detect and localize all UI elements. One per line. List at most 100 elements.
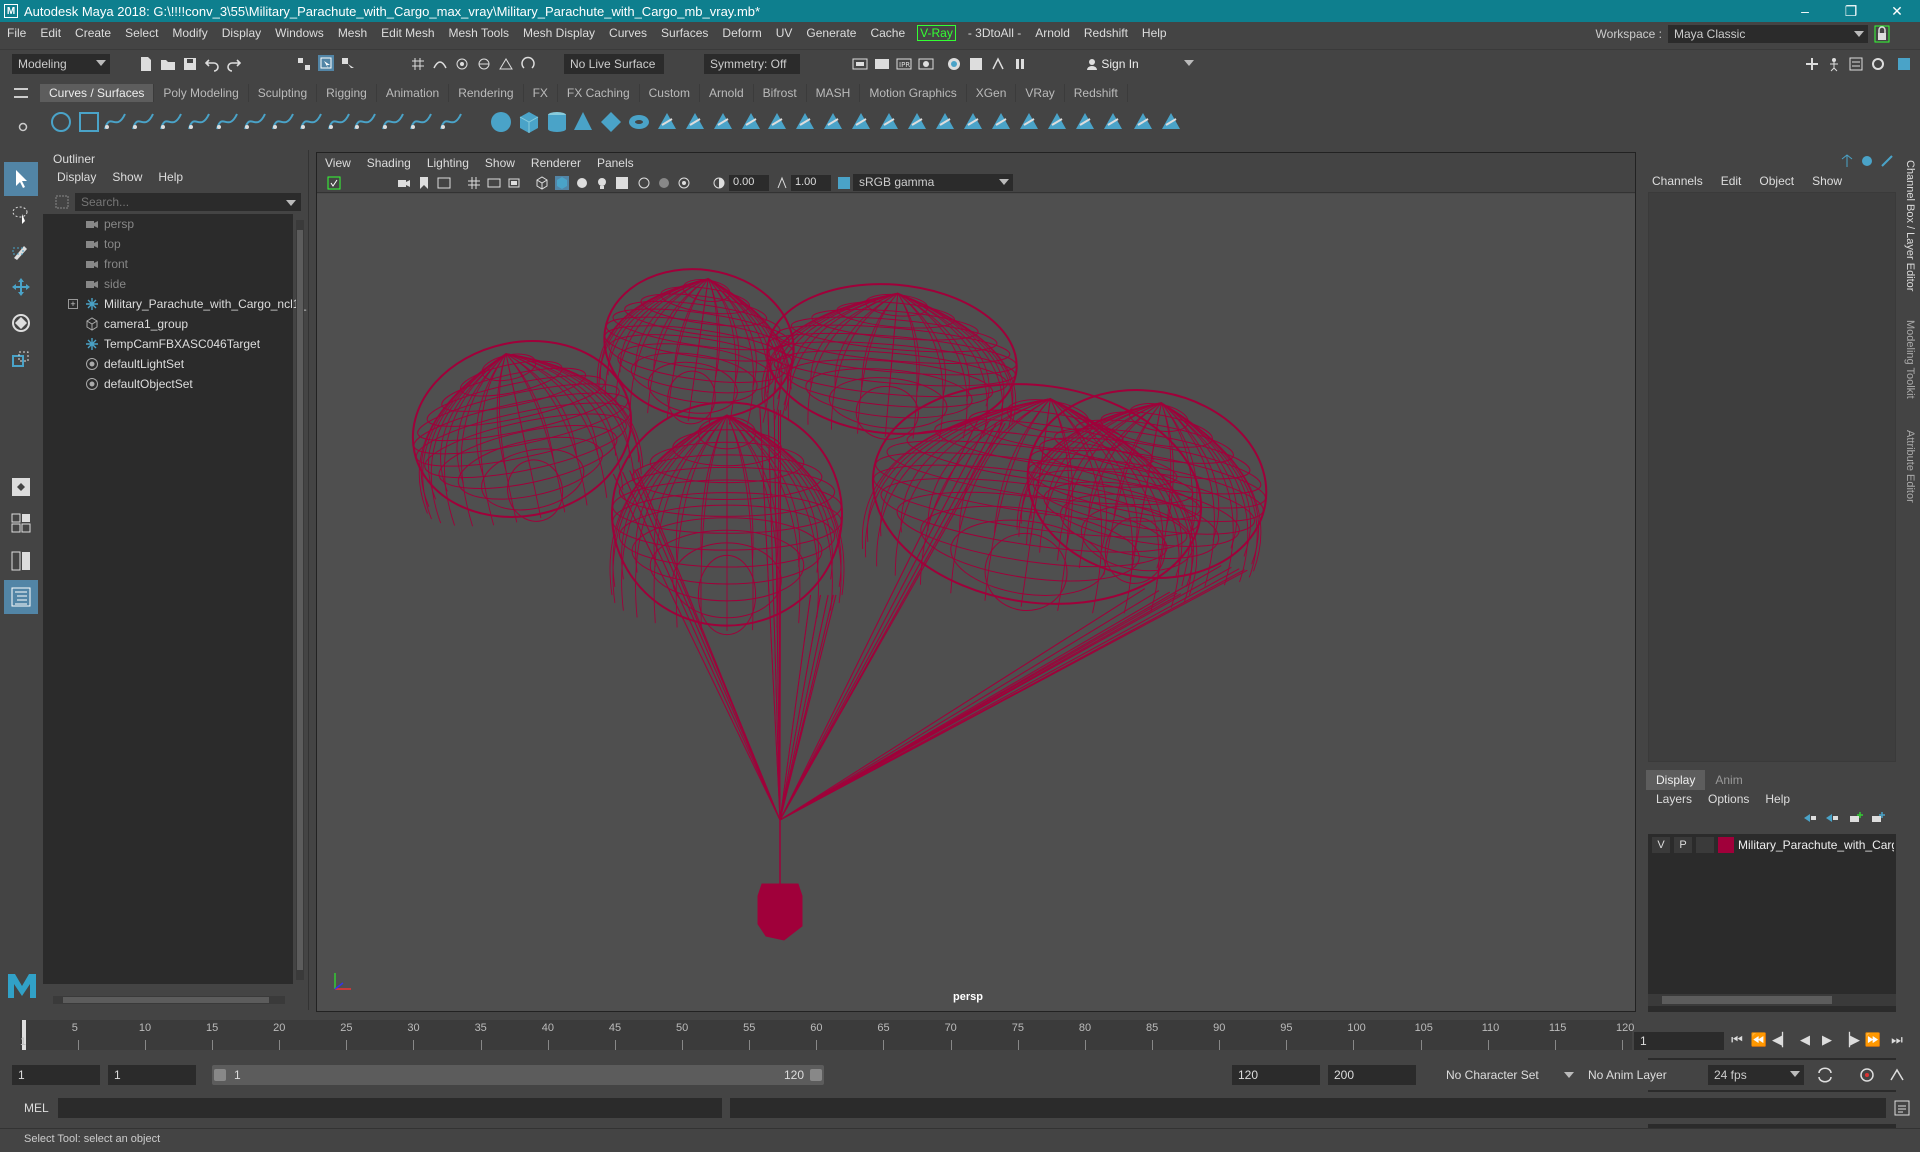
shelf-tab-bifrost[interactable]: Bifrost <box>754 84 807 102</box>
channel-box-menu-channels[interactable]: Channels <box>1652 174 1703 188</box>
outliner-item[interactable]: + Military_Parachute_with_Cargo_ncl1_ <box>43 294 306 314</box>
tool-settings-icon[interactable] <box>1870 56 1886 72</box>
outliner-layout-button[interactable] <box>4 580 38 614</box>
save-scene-icon[interactable] <box>182 56 198 72</box>
select-camera-icon[interactable] <box>327 176 341 190</box>
nurbs-sphere-icon[interactable] <box>488 109 514 135</box>
outliner-menu-show[interactable]: Show <box>112 170 142 184</box>
paint-select-tool-button[interactable] <box>4 234 38 268</box>
nurbs-plane-icon[interactable] <box>598 109 624 135</box>
minimize-button[interactable]: – <box>1782 0 1828 22</box>
outliner-menu-help[interactable]: Help <box>158 170 183 184</box>
shelf-tab-mash[interactable]: MASH <box>807 84 861 102</box>
bezier-curve-icon[interactable] <box>186 109 212 135</box>
channel-box-menu-object[interactable]: Object <box>1759 174 1794 188</box>
gear-icon[interactable] <box>18 122 28 132</box>
wireframe-icon[interactable] <box>535 176 549 190</box>
gamma-field[interactable]: 1.00 <box>791 175 831 191</box>
insert-knot-icon[interactable] <box>298 109 324 135</box>
layer-horizontal-scrollbar[interactable] <box>1648 994 1896 1006</box>
camera-attributes-icon[interactable] <box>397 176 411 190</box>
outliner-search-input[interactable] <box>75 193 301 211</box>
rebuild-curve-icon[interactable] <box>380 109 406 135</box>
menu-mesh-display[interactable]: Mesh Display <box>516 26 602 40</box>
tool-toggle-icon[interactable] <box>1880 154 1894 168</box>
snap-surface-icon[interactable] <box>498 56 514 72</box>
layer-color-swatch[interactable] <box>1718 837 1734 853</box>
animation-end-field[interactable]: 200 <box>1328 1065 1416 1085</box>
menu-display[interactable]: Display <box>215 26 268 40</box>
planar-icon[interactable] <box>710 109 736 135</box>
vray-ipr-icon[interactable] <box>990 56 1006 72</box>
viewport-menu-view[interactable]: View <box>317 156 359 170</box>
select-tool-button[interactable] <box>4 162 38 196</box>
offset-curve-icon[interactable] <box>352 109 378 135</box>
shelf-tab-curves-surfaces[interactable]: Curves / Surfaces <box>40 84 155 102</box>
play-backward-button[interactable]: ◀ <box>1796 1032 1814 1050</box>
viewport-menu-lighting[interactable]: Lighting <box>419 156 477 170</box>
menu-uv[interactable]: UV <box>769 26 800 40</box>
range-start-handle[interactable] <box>214 1069 226 1081</box>
extrude-icon[interactable] <box>738 109 764 135</box>
project-curve-icon[interactable] <box>876 109 902 135</box>
snap-point-icon[interactable] <box>454 56 470 72</box>
hypershade-icon[interactable] <box>946 56 962 72</box>
side-tab-modeling-toolkit[interactable]: Modeling Toolkit <box>1904 320 1916 399</box>
outliner-item[interactable]: defaultLightSet <box>43 354 293 374</box>
four-view-layout-button[interactable] <box>4 506 38 540</box>
bookmark-icon[interactable] <box>417 176 431 190</box>
time-slider-track[interactable]: 1 5 10 15 20 25 30 35 40 45 50 55 60 65 70 75 80 85 90 95 1… <box>20 1020 1634 1050</box>
outliner-item[interactable]: side <box>43 274 293 294</box>
rotate-tool-button[interactable] <box>4 306 38 340</box>
grid-icon[interactable] <box>467 176 481 190</box>
shelf-tab-arnold[interactable]: Arnold <box>700 84 754 102</box>
move-tool-button[interactable] <box>4 270 38 304</box>
attribute-toggle-icon[interactable] <box>1860 154 1874 168</box>
select-component-icon[interactable] <box>340 56 356 72</box>
redo-icon[interactable] <box>226 56 242 72</box>
extend-surface-icon[interactable] <box>1130 109 1156 135</box>
range-slider-bar[interactable]: 1 120 <box>212 1065 824 1085</box>
animation-start-field[interactable]: 1 <box>12 1065 100 1085</box>
image-plane-icon[interactable] <box>437 176 451 190</box>
select-hierarchy-icon[interactable] <box>296 56 312 72</box>
move-layer-down-icon[interactable] <box>1824 810 1840 826</box>
add-points-icon[interactable] <box>438 109 464 135</box>
channel-box-toggle-icon[interactable] <box>1840 154 1854 168</box>
channel-box-area[interactable] <box>1648 192 1896 762</box>
open-close-surface-icon[interactable] <box>1072 109 1098 135</box>
nurbs-cube-icon[interactable] <box>516 109 542 135</box>
gamma-icon[interactable] <box>775 176 789 190</box>
outliner-item[interactable]: camera1_group <box>43 314 293 334</box>
view-transform-dropdown[interactable]: sRGB gamma <box>853 174 1013 191</box>
character-set-dropdown[interactable]: No Character Set <box>1440 1065 1570 1085</box>
shelf-tab-xgen[interactable]: XGen <box>967 84 1017 102</box>
shelf-tab-poly-modeling[interactable]: Poly Modeling <box>154 84 249 102</box>
menu-modify[interactable]: Modify <box>165 26 214 40</box>
insert-isoparm-icon[interactable] <box>1100 109 1126 135</box>
script-editor-icon[interactable] <box>1894 1100 1910 1116</box>
film-gate-icon[interactable] <box>487 176 501 190</box>
outliner-item[interactable]: defaultObjectSet <box>43 374 293 394</box>
side-tab-channel-box[interactable]: Channel Box / Layer Editor <box>1904 160 1916 291</box>
smooth-shade-icon[interactable] <box>555 176 569 190</box>
nurbs-cone-icon[interactable] <box>570 109 596 135</box>
symmetry-dropdown[interactable]: Symmetry: Off <box>704 54 800 74</box>
layer-menu-layers[interactable]: Layers <box>1656 792 1692 806</box>
shelf-tab-rigging[interactable]: Rigging <box>317 84 377 102</box>
side-tab-attribute-editor[interactable]: Attribute Editor <box>1904 430 1916 503</box>
current-frame-field[interactable]: 1 <box>1634 1032 1724 1050</box>
persp-outliner-layout-button[interactable] <box>4 544 38 578</box>
render-settings-icon[interactable] <box>918 56 934 72</box>
menu-edit[interactable]: Edit <box>33 26 68 40</box>
layer-display-type-toggle[interactable] <box>1696 837 1714 853</box>
ep-curve-icon[interactable] <box>130 109 156 135</box>
menu-mesh-tools[interactable]: Mesh Tools <box>442 26 516 40</box>
chevron-down-icon[interactable] <box>286 200 296 206</box>
tab-display[interactable]: Display <box>1646 770 1706 790</box>
nurbs-square-icon[interactable] <box>76 109 102 135</box>
trim-tool-icon[interactable] <box>904 109 930 135</box>
birail-icon[interactable] <box>764 109 790 135</box>
shelf-options[interactable] <box>14 88 28 98</box>
textured-icon[interactable] <box>575 176 589 190</box>
